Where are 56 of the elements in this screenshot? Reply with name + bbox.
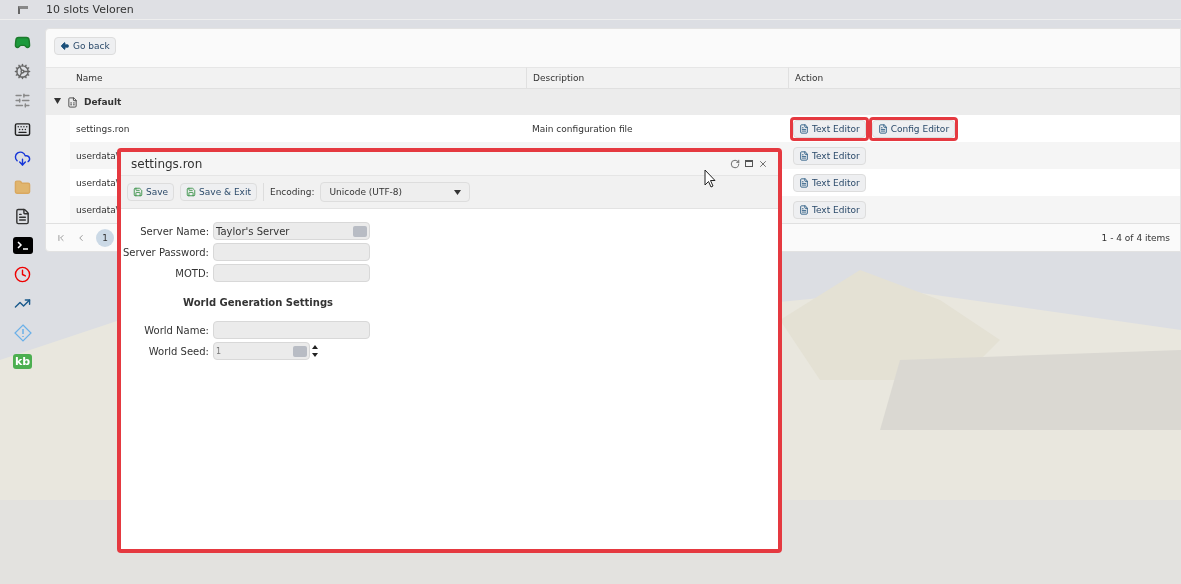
maximize-icon[interactable] [745, 159, 753, 167]
document-icon [799, 123, 809, 134]
clock-icon[interactable] [14, 266, 31, 283]
folder-config-icon [67, 96, 78, 108]
field-label: World Seed: [147, 345, 209, 357]
back-arrow-icon [60, 41, 70, 51]
document-icon [799, 177, 809, 188]
pager-summary: 1 - 4 of 4 items [1101, 232, 1170, 243]
document-icon [799, 204, 809, 215]
floppy-icon [186, 187, 197, 197]
editor-button[interactable]: Text Editor [793, 200, 866, 219]
document-icon[interactable] [14, 208, 31, 225]
field-label: Server Name: [139, 225, 209, 237]
input-field[interactable] [213, 243, 370, 261]
editor-button[interactable]: Text Editor [793, 119, 866, 138]
floppy-icon [133, 187, 143, 197]
table-cell: userdata\ [76, 204, 119, 215]
input-field[interactable] [213, 264, 370, 282]
window-title: 10 slots Veloren [46, 3, 134, 16]
go-back-button[interactable]: Go back [54, 37, 116, 55]
table-cell: settings.ron [76, 123, 130, 134]
group-label: Default [84, 97, 122, 107]
expanded-caret-icon[interactable] [54, 98, 61, 106]
spinner-icon[interactable] [312, 344, 318, 358]
field-label: Server Password: [121, 246, 209, 258]
page-button[interactable]: 1 [96, 228, 114, 247]
editor-button[interactable]: Config Editor [871, 119, 956, 138]
save-button[interactable]: Save [127, 183, 175, 201]
save-exit-button[interactable]: Save & Exit [180, 183, 257, 201]
refresh-icon[interactable] [730, 158, 740, 169]
editor-button[interactable]: Text Editor [793, 146, 866, 165]
encoding-dropdown[interactable]: Unicode (UTF-8) [320, 182, 471, 202]
sliders-icon[interactable] [14, 92, 31, 109]
document-icon [877, 123, 888, 134]
column-header[interactable]: Description [533, 73, 585, 83]
section-heading: World Generation Settings [183, 297, 333, 308]
dialog-title: settings.ron [131, 156, 203, 171]
document-icon [799, 150, 809, 161]
input-field[interactable] [213, 321, 370, 339]
field-label: World Name: [143, 324, 209, 336]
table-cell: userdata\ [76, 150, 119, 161]
gamepad-icon[interactable] [14, 34, 31, 51]
column-header[interactable]: Name [76, 73, 103, 83]
table-cell: Main configuration file [532, 123, 633, 134]
editor-button[interactable]: Text Editor [793, 173, 866, 192]
input-field[interactable]: Taylor's Server [213, 222, 370, 240]
table-cell: userdata\ [76, 177, 119, 188]
gears-icon[interactable] [14, 63, 31, 80]
field-label: MOTD: [174, 267, 209, 279]
keyboard-icon[interactable] [14, 121, 31, 138]
close-icon[interactable] [758, 158, 768, 169]
cloud-download-icon[interactable] [14, 150, 31, 167]
pin-icon[interactable] [18, 5, 28, 14]
encoding-label: Encoding: [269, 187, 315, 197]
number-field[interactable]: 1 [213, 342, 310, 360]
column-header[interactable]: Action [795, 73, 824, 83]
